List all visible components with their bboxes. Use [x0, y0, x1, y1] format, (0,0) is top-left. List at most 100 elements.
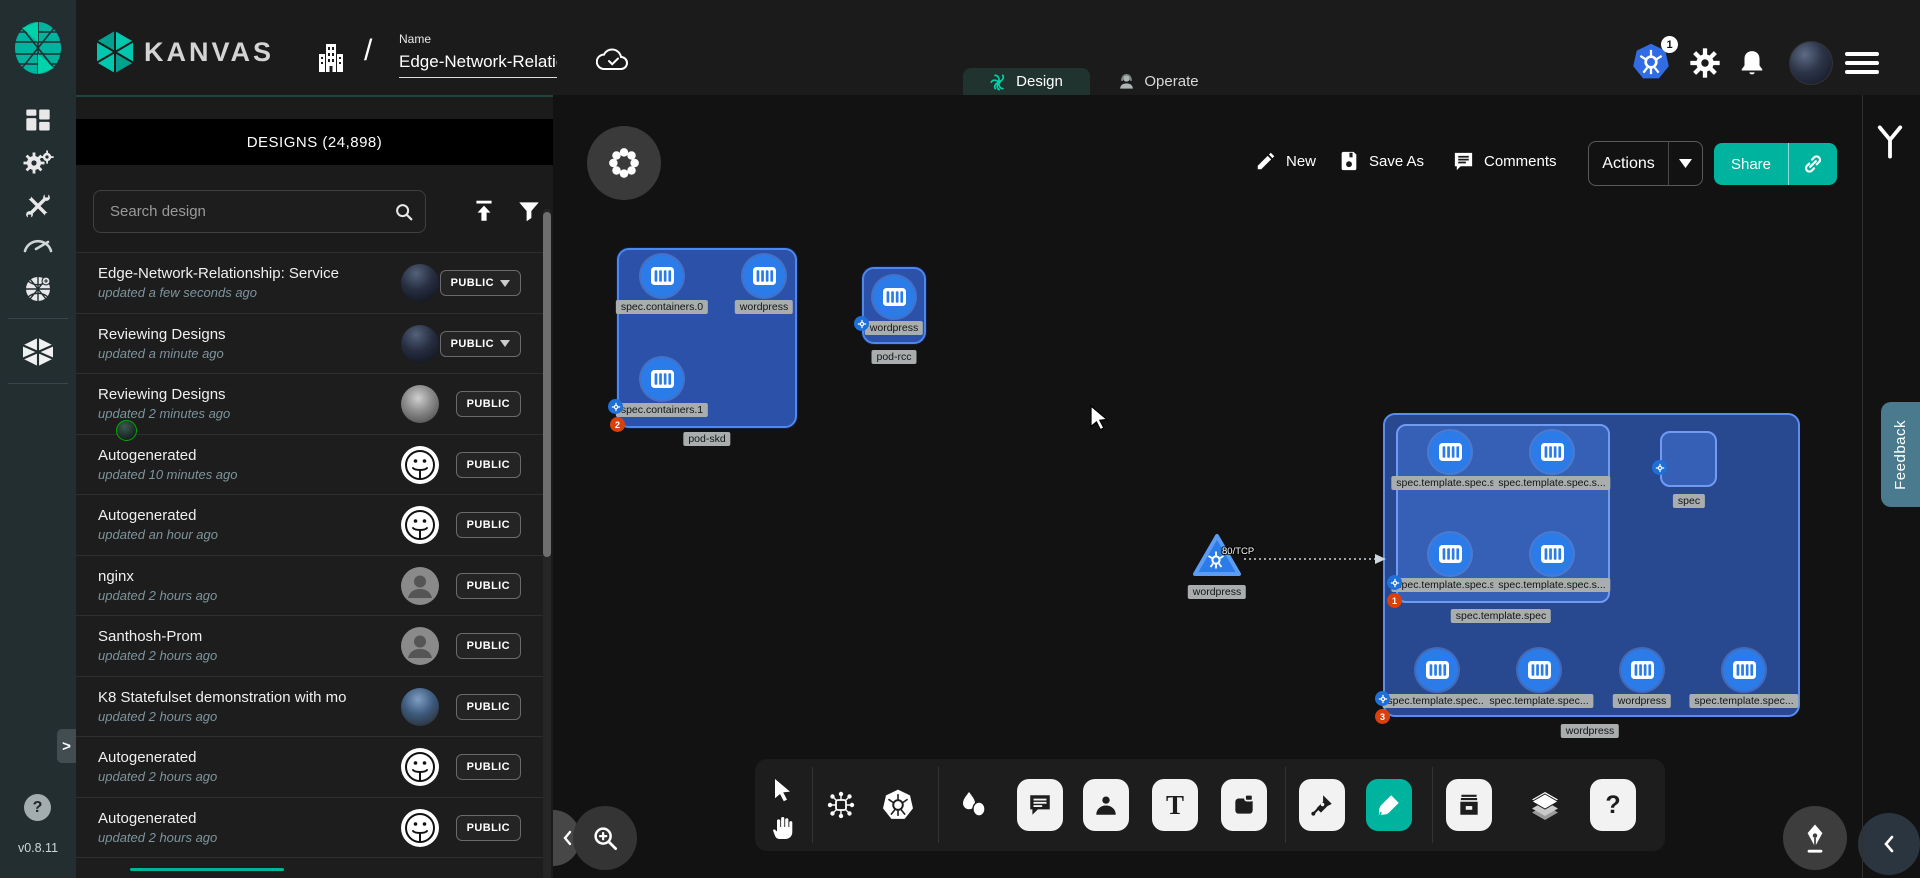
kubernetes-badge-icon[interactable] [1375, 691, 1390, 706]
extensions-icon[interactable] [22, 273, 54, 305]
design-title: Edge-Network-Relationship: Service [98, 265, 386, 282]
comments-button[interactable]: Comments [1452, 150, 1557, 173]
help-tool[interactable]: ? [1590, 779, 1636, 831]
sketch-tool[interactable] [1366, 779, 1412, 831]
dashboard-icon[interactable] [24, 107, 52, 133]
kubernetes-badge-icon[interactable] [1387, 575, 1402, 590]
share-label: Share [1714, 156, 1788, 173]
kubernetes-badge-icon[interactable] [854, 316, 869, 331]
visibility-badge[interactable]: PUBLIC [456, 391, 521, 417]
design-updated-timestamp: updated 2 hours ago [98, 588, 386, 603]
error-count-badge[interactable]: 1 [1387, 593, 1402, 608]
zoom-in-button[interactable] [573, 806, 637, 870]
kubernetes-badge-icon[interactable] [1652, 460, 1667, 475]
pan-tool[interactable] [760, 807, 806, 847]
save-as-button[interactable]: Save As [1338, 150, 1424, 172]
canvas-toolbar: T ? [755, 759, 1665, 851]
design-owner-avatar [401, 325, 439, 363]
toolbar-divider [812, 767, 813, 843]
design-list-item[interactable]: Autogenerated updated 2 hours ago PUBLIC [76, 797, 543, 858]
visibility-badge[interactable]: PUBLIC [456, 694, 521, 720]
organization-building-icon[interactable] [316, 42, 346, 74]
layers-tool[interactable] [1522, 779, 1568, 831]
design-title: Autogenerated [98, 810, 386, 827]
design-list-item[interactable]: Autogenerated updated 10 minutes ago PUB… [76, 434, 543, 495]
visibility-badge[interactable]: PUBLIC [456, 633, 521, 659]
design-title: Autogenerated [98, 507, 386, 524]
filter-icon[interactable] [516, 198, 542, 224]
visibility-badge[interactable]: PUBLIC [440, 270, 521, 296]
toolbar-divider [1432, 767, 1433, 843]
kanvas-hexagon-icon[interactable] [21, 337, 55, 367]
help-button[interactable]: ? [24, 794, 51, 821]
lifecycle-gears-icon[interactable] [22, 149, 54, 177]
actions-dropdown-toggle[interactable] [1669, 159, 1702, 168]
actions-button[interactable]: Actions [1588, 141, 1703, 186]
kubernetes-badge-icon[interactable] [608, 399, 623, 414]
shapes-tool[interactable] [951, 779, 997, 831]
annotation-pen-button[interactable] [1783, 806, 1847, 870]
expand-chevron-icon: > [62, 738, 71, 755]
visibility-label: PUBLIC [467, 761, 510, 773]
pen-tool[interactable] [1299, 779, 1345, 831]
error-count-badge[interactable]: 3 [1375, 709, 1390, 724]
user-avatar[interactable] [1789, 41, 1833, 85]
publish-icon[interactable] [471, 198, 497, 224]
visibility-badge[interactable]: PUBLIC [440, 331, 521, 357]
search-box[interactable] [93, 190, 426, 233]
rectangle-tool[interactable] [1221, 779, 1267, 831]
design-list-item[interactable]: Autogenerated updated an hour ago PUBLIC [76, 494, 543, 555]
design-list-item[interactable]: Autogenerated updated 2 hours ago PUBLIC [76, 736, 543, 797]
visibility-label: PUBLIC [467, 640, 510, 652]
design-list-item[interactable]: Santhosh-Prom updated 2 hours ago PUBLIC [76, 615, 543, 676]
visibility-badge[interactable]: PUBLIC [456, 452, 521, 478]
search-input[interactable] [108, 202, 393, 221]
copy-link-button[interactable] [1789, 152, 1837, 176]
share-button[interactable]: Share [1714, 143, 1837, 185]
collapse-right-panel-button[interactable] [1858, 813, 1920, 875]
kubernetes-tool[interactable] [875, 779, 921, 831]
design-swirl-icon [990, 73, 1008, 91]
service-node[interactable] [1191, 532, 1243, 583]
design-list-item[interactable]: K8 Statefulset demonstration with mo upd… [76, 676, 543, 737]
drawer-tool[interactable] [1446, 779, 1492, 831]
visibility-badge[interactable]: PUBLIC [456, 512, 521, 538]
design-list-item[interactable]: Reviewing Designs updated 2 minutes ago … [76, 373, 543, 434]
spec-box[interactable] [1660, 431, 1717, 487]
search-icon [393, 201, 415, 223]
hierarchy-icon[interactable] [1872, 123, 1908, 161]
error-count-badge[interactable]: 2 [610, 417, 625, 432]
node-label: wordpress [865, 321, 923, 335]
panel-scrollbar-thumb[interactable] [543, 212, 551, 557]
sidebar-expand-button[interactable]: > [57, 729, 76, 763]
media-tool[interactable] [1083, 779, 1129, 831]
container-icon [743, 255, 785, 297]
shapes-dock-button[interactable] [587, 126, 661, 200]
node-label: wordpress [1613, 694, 1671, 708]
new-button[interactable]: New [1255, 150, 1316, 172]
visibility-badge[interactable]: PUBLIC [456, 573, 521, 599]
meshery-logo-area[interactable] [0, 0, 76, 95]
text-tool[interactable]: T [1152, 779, 1198, 831]
tab-operate[interactable]: Operate [1098, 68, 1218, 95]
design-name-input[interactable] [399, 50, 557, 78]
comment-tool[interactable] [1017, 779, 1063, 831]
feedback-tab[interactable]: Feedback [1881, 402, 1920, 507]
visibility-badge[interactable]: PUBLIC [456, 754, 521, 780]
notifications-bell-icon[interactable] [1737, 47, 1767, 79]
tab-design[interactable]: Design [963, 68, 1090, 95]
tab-operate-label: Operate [1144, 73, 1198, 90]
kubernetes-context-icon[interactable]: 1 [1632, 42, 1676, 82]
performance-gauge-icon[interactable] [22, 233, 54, 255]
toolbox-icon[interactable] [23, 191, 53, 221]
design-list-item[interactable]: Reviewing Designs updated a minute ago P… [76, 313, 543, 374]
menu-icon[interactable] [1845, 52, 1879, 74]
visibility-badge[interactable]: PUBLIC [456, 815, 521, 841]
pod-rcc-label: pod-rcc [871, 350, 916, 364]
node-shapes-tool[interactable] [818, 779, 864, 831]
design-list-item[interactable]: nginx updated 2 hours ago PUBLIC [76, 555, 543, 616]
design-list-item[interactable]: Edge-Network-Relationship: Service updat… [76, 252, 543, 313]
top-header: KANVAS / Name Design [0, 0, 1920, 95]
settings-gear-icon[interactable] [1689, 47, 1721, 79]
kanvas-logo[interactable]: KANVAS [96, 30, 274, 74]
